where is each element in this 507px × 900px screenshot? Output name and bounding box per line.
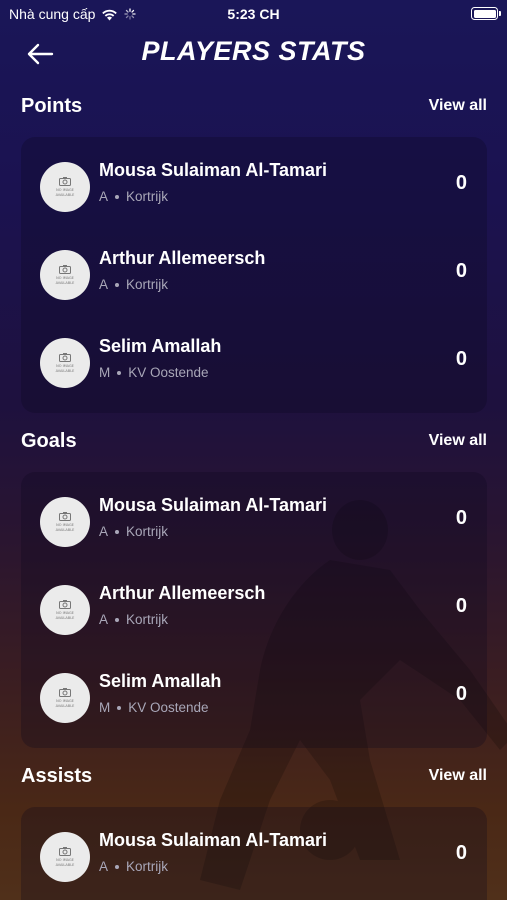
camera-icon	[59, 600, 71, 610]
separator-dot	[115, 194, 120, 199]
avatar-placeholder-text: NO IMAGE AVAILABLE	[55, 276, 75, 285]
player-position: M	[99, 365, 111, 380]
player-row[interactable]: NO IMAGE AVAILABLE Mousa Sulaiman Al-Tama…	[21, 813, 487, 900]
player-position: A	[99, 277, 109, 292]
player-meta: A Kortrijk	[99, 612, 168, 627]
player-row[interactable]: NO IMAGE AVAILABLE Arthur Allemeersch A K…	[21, 566, 487, 654]
status-time: 5:23 CH	[227, 6, 280, 22]
players-card: NO IMAGE AVAILABLE Mousa Sulaiman Al-Tama…	[21, 137, 487, 413]
avatar: NO IMAGE AVAILABLE	[40, 497, 90, 547]
player-team: Kortrijk	[126, 524, 169, 539]
view-all-link[interactable]: View all	[429, 97, 487, 115]
camera-icon	[59, 265, 71, 275]
avatar-placeholder-text: NO IMAGE AVAILABLE	[55, 858, 75, 867]
player-meta: M KV Oostende	[99, 365, 209, 380]
player-row[interactable]: NO IMAGE AVAILABLE Selim Amallah M KV Oos…	[21, 654, 487, 742]
section-assists: Assists View all NO IMAGE AVAILABLE Mousa…	[21, 763, 487, 900]
section-header: Assists View all	[21, 763, 487, 793]
player-name: Selim Amallah	[99, 671, 222, 691]
camera-icon	[59, 353, 71, 363]
separator-dot	[115, 282, 120, 287]
stat-value: 0	[455, 595, 467, 617]
camera-icon	[59, 688, 71, 698]
player-meta: A Kortrijk	[99, 277, 168, 292]
player-team: KV Oostende	[128, 700, 209, 715]
camera-icon	[59, 512, 71, 522]
section-goals: Goals View all NO IMAGE AVAILABLE Mousa S…	[21, 428, 487, 748]
avatar: NO IMAGE AVAILABLE	[40, 585, 90, 635]
player-row[interactable]: NO IMAGE AVAILABLE Arthur Allemeersch A K…	[21, 231, 487, 319]
section-header: Goals View all	[21, 428, 487, 458]
player-position: A	[99, 612, 109, 627]
avatar-placeholder-text: NO IMAGE AVAILABLE	[55, 523, 75, 532]
separator-dot	[117, 705, 122, 710]
player-name: Arthur Allemeersch	[99, 583, 266, 603]
stat-value: 0	[455, 348, 467, 370]
player-meta: A Kortrijk	[99, 524, 168, 539]
avatar-placeholder-text: NO IMAGE AVAILABLE	[55, 188, 75, 197]
battery-icon	[471, 7, 501, 20]
player-row[interactable]: NO IMAGE AVAILABLE Mousa Sulaiman Al-Tama…	[21, 478, 487, 566]
avatar: NO IMAGE AVAILABLE	[40, 832, 90, 882]
player-position: A	[99, 859, 109, 874]
view-all-link[interactable]: View all	[429, 432, 487, 450]
player-row[interactable]: NO IMAGE AVAILABLE Selim Amallah M KV Oos…	[21, 319, 487, 407]
player-name: Arthur Allemeersch	[99, 248, 266, 268]
status-bar: Nhà cung cấp 5:23 CH	[0, 0, 507, 28]
player-position: A	[99, 524, 109, 539]
section-title: Points	[21, 95, 83, 117]
player-team: KV Oostende	[128, 365, 209, 380]
player-name: Mousa Sulaiman Al-Tamari	[99, 160, 328, 180]
separator-dot	[117, 370, 122, 375]
player-meta: A Kortrijk	[99, 189, 168, 204]
player-position: M	[99, 700, 111, 715]
camera-icon	[59, 177, 71, 187]
player-name: Mousa Sulaiman Al-Tamari	[99, 830, 328, 850]
player-name: Selim Amallah	[99, 336, 222, 356]
stat-value: 0	[455, 260, 467, 282]
page-title: PLAYERS STATS	[141, 36, 366, 66]
avatar-placeholder-text: NO IMAGE AVAILABLE	[55, 611, 75, 620]
stat-value: 0	[455, 683, 467, 705]
header: PLAYERS STATS	[0, 34, 507, 74]
player-position: A	[99, 189, 109, 204]
section-points: Points View all NO IMAGE AVAILABLE Mousa …	[21, 93, 487, 413]
avatar-placeholder-text: NO IMAGE AVAILABLE	[55, 364, 75, 373]
stat-value: 0	[455, 507, 467, 529]
player-meta: A Kortrijk	[99, 859, 168, 874]
avatar: NO IMAGE AVAILABLE	[40, 673, 90, 723]
avatar: NO IMAGE AVAILABLE	[40, 162, 90, 212]
stat-value: 0	[455, 842, 467, 864]
player-row[interactable]: NO IMAGE AVAILABLE Mousa Sulaiman Al-Tama…	[21, 143, 487, 231]
player-team: Kortrijk	[126, 277, 169, 292]
player-team: Kortrijk	[126, 859, 169, 874]
player-team: Kortrijk	[126, 189, 169, 204]
section-title: Goals	[21, 430, 77, 452]
section-title: Assists	[21, 765, 93, 787]
player-name: Mousa Sulaiman Al-Tamari	[99, 495, 328, 515]
separator-dot	[115, 529, 120, 534]
view-all-link[interactable]: View all	[429, 767, 487, 785]
camera-icon	[59, 847, 71, 857]
stat-value: 0	[455, 172, 467, 194]
player-team: Kortrijk	[126, 612, 169, 627]
separator-dot	[115, 864, 120, 869]
player-meta: M KV Oostende	[99, 700, 209, 715]
players-card: NO IMAGE AVAILABLE Mousa Sulaiman Al-Tama…	[21, 472, 487, 748]
avatar-placeholder-text: NO IMAGE AVAILABLE	[55, 699, 75, 708]
avatar: NO IMAGE AVAILABLE	[40, 250, 90, 300]
separator-dot	[115, 617, 120, 622]
avatar: NO IMAGE AVAILABLE	[40, 338, 90, 388]
players-card: NO IMAGE AVAILABLE Mousa Sulaiman Al-Tama…	[21, 807, 487, 900]
section-header: Points View all	[21, 93, 487, 123]
